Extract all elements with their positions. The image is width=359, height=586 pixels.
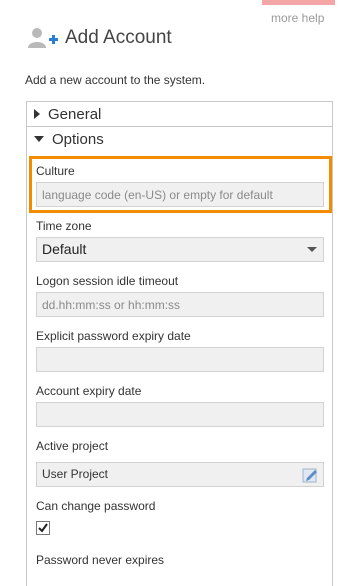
checkmark-icon bbox=[38, 523, 48, 533]
time-zone-select[interactable]: Default bbox=[36, 237, 324, 262]
active-project-field[interactable]: User Project bbox=[36, 462, 324, 487]
general-section-label: General bbox=[48, 105, 102, 123]
password-expiry-date-input[interactable] bbox=[36, 347, 324, 372]
culture-input[interactable] bbox=[36, 182, 324, 207]
account-expiry-date-input[interactable] bbox=[36, 402, 324, 427]
active-project-value: User Project bbox=[42, 467, 109, 481]
can-change-password-label: Can change password bbox=[36, 499, 156, 513]
general-section[interactable]: General bbox=[26, 101, 333, 127]
idle-timeout-input[interactable] bbox=[36, 292, 324, 317]
add-user-icon bbox=[28, 28, 58, 48]
password-never-expires-label: Password never expires bbox=[36, 553, 165, 567]
password-expiry-label: Explicit password expiry date bbox=[36, 329, 191, 343]
dropdown-arrow-icon bbox=[307, 247, 317, 252]
page-subtitle: Add a new account to the system. bbox=[25, 73, 206, 87]
page-title: Add Account bbox=[26, 26, 172, 50]
help-accent-bar bbox=[262, 0, 335, 5]
can-change-password-checkbox[interactable] bbox=[36, 521, 50, 535]
account-expiry-label: Account expiry date bbox=[36, 384, 142, 398]
edit-pencil-icon[interactable] bbox=[302, 466, 319, 483]
expand-arrow-icon bbox=[34, 109, 40, 119]
more-help-link[interactable]: more help bbox=[271, 11, 324, 25]
options-section-header[interactable]: Options bbox=[27, 127, 332, 151]
culture-label: Culture bbox=[36, 164, 75, 178]
time-zone-value: Default bbox=[42, 241, 87, 257]
time-zone-label: Time zone bbox=[36, 219, 92, 233]
active-project-label: Active project bbox=[36, 439, 109, 453]
collapse-arrow-icon bbox=[34, 136, 44, 142]
general-section-header[interactable]: General bbox=[27, 102, 332, 126]
idle-timeout-label: Logon session idle timeout bbox=[36, 274, 179, 288]
options-section-label: Options bbox=[52, 130, 104, 148]
page-title-text: Add Account bbox=[65, 27, 172, 48]
